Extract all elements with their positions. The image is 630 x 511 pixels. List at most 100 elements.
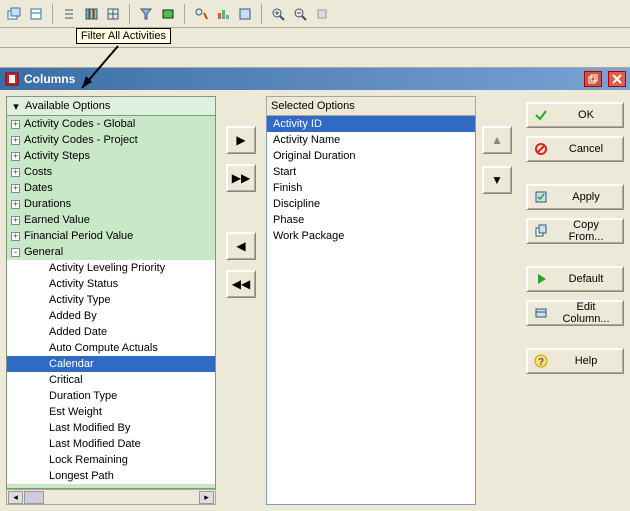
tree-item[interactable]: Auto Compute Actuals <box>7 340 215 356</box>
tree-label: Financial Period Value <box>24 230 133 242</box>
expand-icon[interactable]: + <box>11 184 20 193</box>
play-icon <box>533 271 549 287</box>
dialog-title: Columns <box>24 72 578 86</box>
copy-from-button[interactable]: Copy From... <box>526 218 624 244</box>
secondary-toolbar <box>0 48 630 68</box>
available-options-label: Available Options <box>25 100 110 112</box>
filter-icon[interactable] <box>138 6 154 22</box>
copy-from-label: Copy From... <box>555 219 617 243</box>
apply-button[interactable]: Apply <box>526 184 624 210</box>
toolbar-icon-7[interactable] <box>160 6 176 22</box>
move-down-button[interactable]: ▼ <box>482 166 512 194</box>
move-up-button[interactable]: ▲ <box>482 126 512 154</box>
help-label: Help <box>555 355 617 367</box>
tree-item[interactable]: Critical <box>7 372 215 388</box>
expand-icon[interactable]: + <box>11 152 20 161</box>
help-button[interactable]: ? Help <box>526 348 624 374</box>
tree-item[interactable]: Activity Leveling Priority <box>7 260 215 276</box>
available-options-tree[interactable]: +Activity Codes - Global+Activity Codes … <box>6 116 216 489</box>
toolbar-icon-2[interactable] <box>28 6 44 22</box>
close-icon[interactable] <box>608 71 626 87</box>
edit-column-button[interactable]: Edit Column... <box>526 300 624 326</box>
tree-category[interactable]: +Activity Steps <box>7 148 215 164</box>
tree-item[interactable]: Est Weight <box>7 404 215 420</box>
tree-category[interactable]: +Activity Codes - Global <box>7 116 215 132</box>
toolbar-icon-5[interactable] <box>105 6 121 22</box>
available-options-header[interactable]: ▾ Available Options <box>6 96 216 116</box>
selected-item[interactable]: Discipline <box>267 196 475 212</box>
tree-label: Dates <box>24 182 53 194</box>
selected-item[interactable]: Original Duration <box>267 148 475 164</box>
add-button[interactable]: ▶ <box>226 126 256 154</box>
help-icon: ? <box>533 353 549 369</box>
expand-icon[interactable]: + <box>11 216 20 225</box>
selected-item[interactable]: Start <box>267 164 475 180</box>
remove-all-button[interactable]: ◀◀ <box>226 270 256 298</box>
tree-item[interactable]: Longest Path <box>7 468 215 484</box>
selected-item[interactable]: Work Package <box>267 228 475 244</box>
selected-options-list[interactable]: Activity IDActivity NameOriginal Duratio… <box>266 116 476 505</box>
selected-item[interactable]: Activity ID <box>267 116 475 132</box>
toolbar-icon-9[interactable] <box>215 6 231 22</box>
tree-label: Costs <box>24 166 52 178</box>
default-button[interactable]: Default <box>526 266 624 292</box>
tree-category[interactable]: + Earned Value <box>7 212 215 228</box>
default-label: Default <box>555 273 617 285</box>
horizontal-scrollbar[interactable]: ◂ ▸ <box>6 489 216 505</box>
apply-label: Apply <box>555 191 617 203</box>
selected-options-label: Selected Options <box>271 100 355 112</box>
tree-item[interactable]: Last Modified Date <box>7 436 215 452</box>
expand-icon[interactable]: + <box>11 120 20 129</box>
ok-label: OK <box>555 109 617 121</box>
mover-buttons: ▶ ▶▶ ◀ ◀◀ <box>216 96 266 505</box>
expand-icon[interactable]: + <box>11 168 20 177</box>
tree-category[interactable]: +Durations <box>7 196 215 212</box>
toolbar-icon-3[interactable] <box>61 6 77 22</box>
tree-item[interactable]: Added Date <box>7 324 215 340</box>
scroll-thumb[interactable] <box>24 491 44 504</box>
collapse-icon[interactable]: - <box>11 248 20 257</box>
tree-label: Earned Value <box>24 214 90 226</box>
expand-icon[interactable]: + <box>11 136 20 145</box>
check-icon <box>533 107 549 123</box>
tree-item[interactable]: Calendar <box>7 356 215 372</box>
toolbar-icon-1[interactable] <box>6 6 22 22</box>
available-options-panel: ▾ Available Options +Activity Codes - Gl… <box>6 96 216 505</box>
remove-button[interactable]: ◀ <box>226 232 256 260</box>
zoom-out-icon[interactable] <box>292 6 308 22</box>
tree-category[interactable]: + Costs <box>7 164 215 180</box>
toolbar-icon-8[interactable] <box>193 6 209 22</box>
dialog-titlebar: Columns <box>0 68 630 90</box>
edit-icon <box>533 305 549 321</box>
cancel-button[interactable]: Cancel <box>526 136 624 162</box>
tree-item[interactable]: Activity Status <box>7 276 215 292</box>
copy-icon <box>533 223 549 239</box>
ok-button[interactable]: OK <box>526 102 624 128</box>
scroll-left-icon[interactable]: ◂ <box>8 491 23 504</box>
tree-category[interactable]: + Financial Period Value <box>7 228 215 244</box>
expand-icon[interactable]: + <box>11 200 20 209</box>
dialog-body: ▾ Available Options +Activity Codes - Gl… <box>0 90 630 511</box>
toolbar-icon-10[interactable] <box>237 6 253 22</box>
toolbar-icon-13[interactable] <box>314 6 330 22</box>
tree-category[interactable]: + Dates <box>7 180 215 196</box>
selected-item[interactable]: Phase <box>267 212 475 228</box>
tree-category[interactable]: + Activity Codes - Project <box>7 132 215 148</box>
tree-item[interactable]: Last Modified By <box>7 420 215 436</box>
columns-icon[interactable] <box>83 6 99 22</box>
tree-item[interactable]: Lock Remaining <box>7 452 215 468</box>
chevron-down-icon: ▾ <box>11 100 21 113</box>
selected-item[interactable]: Activity Name <box>267 132 475 148</box>
add-all-button[interactable]: ▶▶ <box>226 164 256 192</box>
tree-item[interactable]: Added By <box>7 308 215 324</box>
scroll-right-icon[interactable]: ▸ <box>199 491 214 504</box>
tree-item[interactable]: Duration Type <box>7 388 215 404</box>
selected-options-header: Selected Options <box>266 96 476 116</box>
tree-label: Activity Codes - Project <box>24 134 138 146</box>
zoom-in-icon[interactable] <box>270 6 286 22</box>
tree-item[interactable]: Activity Type <box>7 292 215 308</box>
expand-icon[interactable]: + <box>11 232 20 241</box>
selected-item[interactable]: Finish <box>267 180 475 196</box>
tree-category-general[interactable]: -General <box>7 244 215 260</box>
restore-icon[interactable] <box>584 71 602 87</box>
